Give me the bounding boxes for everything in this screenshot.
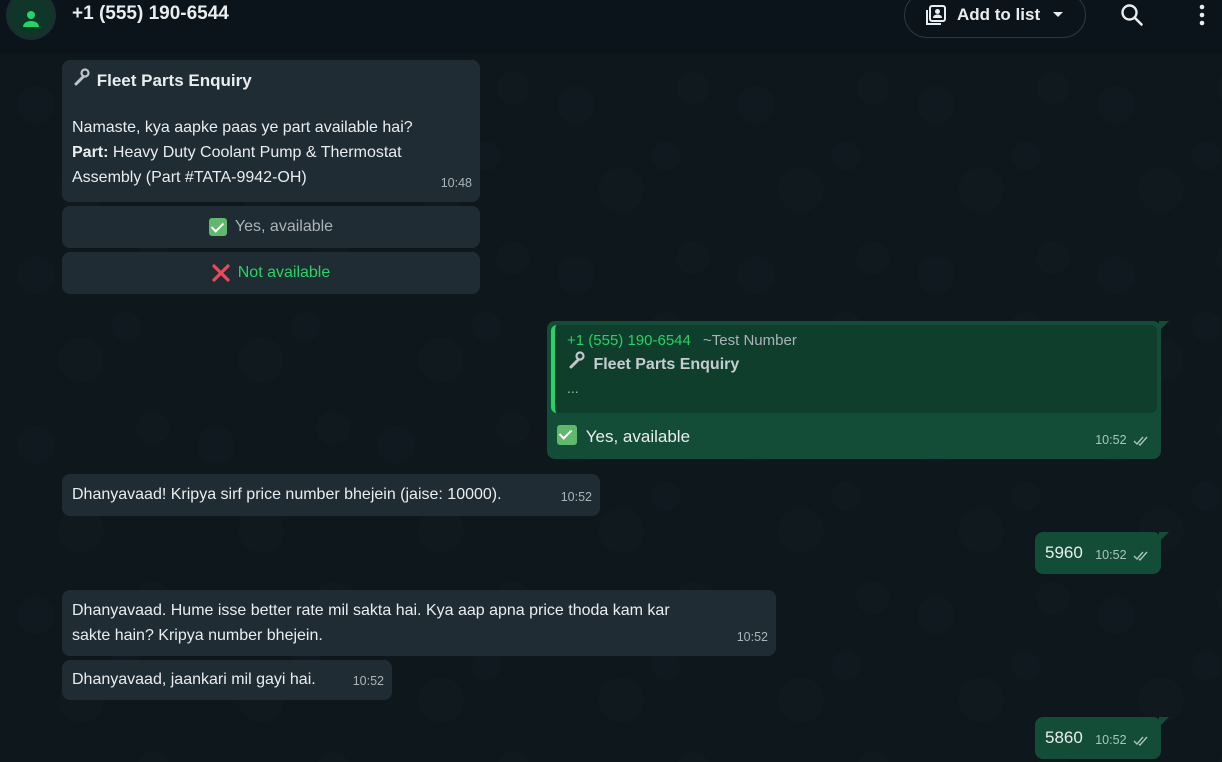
message-time-row: 10:52: [1095, 728, 1149, 753]
outgoing-message: 5860 10:52: [1035, 717, 1169, 759]
quoted-ellipsis: ...: [567, 380, 579, 396]
part-value-cont: Assembly (Part #TATA-9942-OH): [72, 169, 307, 186]
quoted-message[interactable]: +1 (555) 190-6544 ~Test Number Fleet Par…: [551, 325, 1157, 413]
incoming-message: Dhanyavaad, jaankari mil gayi hai. 10:52: [62, 660, 392, 700]
message-text: 5860: [1045, 728, 1083, 747]
outgoing-message: 5960 10:52: [1035, 532, 1169, 574]
more-options-icon[interactable]: [1194, 3, 1210, 27]
message-text-cont: sakte hain? Kripya number bhejein.: [72, 627, 323, 644]
message-text: Yes, available: [585, 427, 691, 446]
quoted-sender-name: ~Test Number: [703, 332, 797, 349]
chat-title[interactable]: +1 (555) 190-6544: [72, 3, 229, 25]
message-text: Dhanyavaad, jaankari mil gayi hai.: [72, 671, 316, 688]
avatar[interactable]: [6, 0, 56, 40]
message-text: Dhanyavaad! Kripya sirf price number bhe…: [72, 486, 502, 503]
message-title: Fleet Parts Enquiry: [96, 71, 252, 90]
reply-button-yes-label: Yes, available: [234, 218, 334, 235]
cross-icon: [212, 264, 230, 282]
double-check-icon: [1133, 436, 1148, 446]
check-box-icon: [208, 218, 227, 236]
quoted-title: Fleet Parts Enquiry: [593, 356, 740, 373]
reply-button-no-label: Not available: [237, 264, 331, 281]
message-time-row: 10:52: [1095, 543, 1149, 568]
reply-button-yes[interactable]: Yes, available: [62, 206, 480, 248]
incoming-message: Fleet Parts Enquiry Namaste, kya aapke p…: [62, 60, 480, 202]
message-time: 10:52: [560, 490, 592, 504]
check-box-icon: [557, 425, 577, 445]
incoming-message: Dhanyavaad. Hume isse better rate mil sa…: [62, 590, 776, 656]
message-time: 10:52: [1095, 548, 1127, 562]
message-time: 10:52: [1095, 733, 1127, 747]
person-icon: [23, 11, 39, 27]
message-text: 5960: [1045, 543, 1083, 562]
message-text: Namaste, kya aapke paas ye part availabl…: [72, 119, 413, 136]
message-text: Dhanyavaad. Hume isse better rate mil sa…: [72, 602, 670, 619]
double-check-icon: [1133, 551, 1148, 561]
incoming-message: Dhanyavaad! Kripya sirf price number bhe…: [62, 474, 600, 516]
chat-header: +1 (555) 190-6544 Add to list: [0, 0, 1222, 54]
message-time: 10:52: [736, 630, 768, 644]
message-text-row: Yes, available: [557, 424, 690, 449]
message-time-row: 10:52: [1095, 428, 1149, 453]
message-title-row: Fleet Parts Enquiry: [72, 68, 470, 93]
quoted-sender: +1 (555) 190-6544: [567, 332, 691, 349]
part-value: Heavy Duty Coolant Pump & Thermostat: [112, 144, 402, 161]
message-part-line: Part: Heavy Duty Coolant Pump & Thermost…: [72, 140, 470, 165]
add-to-list-button[interactable]: Add to list: [904, 0, 1086, 38]
caret-down-icon: [1053, 12, 1064, 17]
message-time: 10:52: [1095, 433, 1127, 447]
part-label: Part:: [72, 144, 109, 161]
wrench-icon: [567, 351, 589, 378]
search-icon[interactable]: [1120, 3, 1144, 27]
message-time: 10:48: [440, 176, 472, 190]
double-check-icon: [1133, 736, 1148, 746]
contact-list-icon: [926, 5, 946, 25]
wrench-icon: [72, 68, 92, 93]
outgoing-message: +1 (555) 190-6544 ~Test Number Fleet Par…: [547, 321, 1169, 459]
add-to-list-label: Add to list: [957, 5, 1041, 24]
reply-button-no[interactable]: Not available: [62, 252, 480, 294]
message-time: 10:52: [352, 674, 384, 688]
